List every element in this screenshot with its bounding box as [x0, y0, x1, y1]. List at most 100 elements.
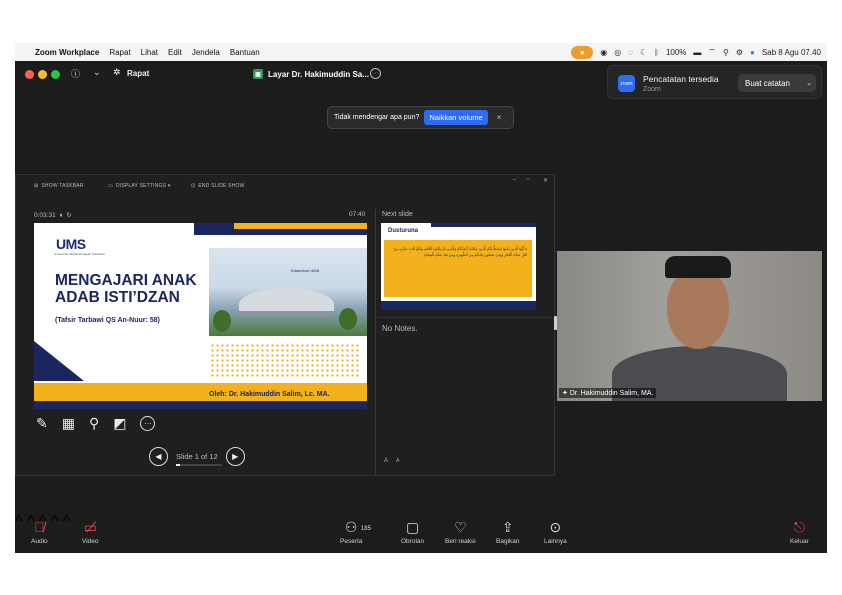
raise-volume-button[interactable]: Naikkan volume — [424, 110, 488, 125]
audio-notice: Tidak mendengar apa pun? Naikkan volume … — [327, 106, 514, 129]
slide-navigation: ◀ Slide 1 of 12 ▶ — [149, 447, 245, 466]
battery-percent: 100% — [665, 47, 687, 57]
more-label: Lainnya — [544, 538, 567, 545]
react-button[interactable]: ♡ Beri reaksi — [445, 519, 476, 545]
moon-icon[interactable]: ☾ — [640, 48, 647, 57]
pen-icon[interactable]: ✎ — [36, 415, 48, 432]
participant-count: 185 — [360, 526, 371, 532]
audio-button[interactable]: 🎙̸ Audio — [31, 519, 48, 545]
chevron-down-icon[interactable]: ⌄ — [93, 67, 101, 78]
speaker-face — [667, 269, 729, 349]
notes-available-toast: zoom Pencatatan tersedia Zoom Buat catat… — [607, 65, 822, 99]
current-time: 07:40 — [349, 211, 366, 218]
slide-bottom-navy-band — [34, 401, 367, 409]
menu-edit[interactable]: Edit — [168, 48, 182, 57]
chevron-down-icon[interactable]: ⌄ — [806, 79, 812, 87]
more-options-icon[interactable]: ··· — [370, 68, 381, 79]
taskbar-icon: ⊞ — [34, 183, 39, 189]
display-icon: ▭ — [108, 183, 113, 189]
display-settings-button[interactable]: ▭ DISPLAY SETTINGS ▾ — [108, 183, 171, 189]
menu-lihat[interactable]: Lihat — [141, 48, 158, 57]
slideshow-timer: 0:03:31 ⏸ ↻ — [34, 212, 72, 219]
battery-icon[interactable]: ▬ — [693, 48, 701, 57]
control-center-icon[interactable]: ⚙ — [736, 48, 743, 57]
current-slide[interactable]: UMS Universitas Muhammadiyah Surakarta M… — [34, 223, 367, 409]
heart-icon: ♡ — [454, 519, 467, 535]
siri-icon[interactable]: ● — [750, 48, 755, 57]
notes-divider — [377, 317, 555, 318]
participant-video-tile[interactable]: ✦ Dr. Hakimuddin Salim, MA. — [557, 251, 822, 401]
minimize-icon[interactable]: – — [513, 177, 517, 183]
video-button[interactable]: ▭̸ Video — [82, 519, 99, 545]
menu-rapat[interactable]: Rapat — [109, 48, 130, 57]
toggle-black-screen-icon[interactable]: ◩ — [113, 415, 126, 432]
video-off-icon: ▭̸ — [83, 519, 97, 535]
decorative-dot-grid — [210, 343, 360, 379]
chat-button[interactable]: ▢ Obrolan — [401, 519, 424, 545]
leave-button[interactable]: ⎋ Keluar — [790, 519, 809, 545]
share-button[interactable]: ⇪ Bagikan — [496, 519, 520, 545]
end-slideshow-button[interactable]: ⊡ END SLIDE SHOW — [191, 183, 245, 189]
audio-notice-text: Tidak mendengar apa pun? — [334, 114, 420, 121]
status-icon-1[interactable]: ◉ — [600, 48, 607, 57]
next-slide-button[interactable]: ▶ — [225, 447, 245, 466]
close-icon[interactable]: ✕ — [543, 177, 548, 184]
font-size-controls: A A — [384, 458, 399, 464]
microphone-in-use-icon[interactable]: ● — [571, 45, 594, 59]
wifi-icon[interactable]: ⌔ — [708, 47, 716, 57]
minimize-window-button[interactable] — [38, 70, 47, 79]
status-icon-2[interactable]: ◎ — [614, 48, 621, 57]
see-all-slides-icon[interactable]: ▦ — [62, 415, 75, 432]
info-icon[interactable]: ⓘ — [71, 67, 80, 80]
end-slideshow-label: END SLIDE SHOW — [198, 183, 245, 189]
shared-screen-label: Layar Dr. Hakimuddin Sa... — [268, 69, 369, 79]
share-caret[interactable]: ^ — [63, 513, 71, 530]
toast-subtitle: Zoom — [643, 86, 661, 93]
search-icon[interactable]: ⚲ — [723, 48, 729, 57]
next-slide-label: Next slide — [382, 211, 413, 218]
zoom-logo-icon: zoom — [618, 75, 635, 92]
zoom-magnifier-icon[interactable]: ⚲ — [89, 415, 99, 432]
presenter-view-window: ⊞ SHOW TASKBAR ▭ DISPLAY SETTINGS ▾ ⊡ EN… — [15, 174, 555, 476]
menu-jendela[interactable]: Jendela — [192, 48, 220, 57]
menu-app-name[interactable]: Zoom Workplace — [35, 48, 99, 57]
pane-divider[interactable] — [375, 209, 376, 475]
slide-counter-text: Slide 1 of 12 — [176, 452, 218, 461]
edutorium-photo: Edutorium UMS — [209, 248, 367, 336]
ums-logo: UMS — [56, 236, 86, 252]
previous-slide-button[interactable]: ◀ — [149, 447, 168, 466]
more-button[interactable]: ⊙ Lainnya — [544, 519, 567, 545]
chat-caret[interactable]: ^ — [51, 513, 59, 530]
show-taskbar-button[interactable]: ⊞ SHOW TASKBAR — [34, 183, 84, 189]
audio-label: Audio — [31, 538, 48, 545]
more-options-icon[interactable]: ··· — [140, 416, 156, 431]
participants-button[interactable]: ⚇ 185 Peserta — [340, 519, 371, 545]
muted-microphone-icon: 🎙̸ — [34, 519, 45, 535]
share-label: Bagikan — [496, 538, 520, 545]
presenter-toolbar: ⊞ SHOW TASKBAR ▭ DISPLAY SETTINGS ▾ ⊡ EN… — [16, 175, 556, 197]
bluetooth-icon[interactable]: ᛒ — [654, 48, 659, 57]
tree-shape — [213, 310, 231, 332]
fullscreen-window-button[interactable] — [51, 70, 60, 79]
audio-options-caret[interactable]: ^ — [15, 513, 23, 530]
speaker-notes[interactable]: No Notes. — [382, 324, 418, 333]
create-notes-button[interactable]: Buat catatan ⌄ — [738, 74, 816, 92]
status-icon-3[interactable]: ◌ — [628, 48, 633, 57]
screen: Zoom Workplace Rapat Lihat Edit Jendela … — [15, 43, 827, 553]
meeting-controls-bar: 🎙̸ Audio ^ ▭̸ Video ^ ⚇ 185 Peserta ^ ▢ O… — [15, 513, 827, 553]
increase-font-button[interactable]: A — [384, 458, 388, 464]
more-options-icon: ⊙ — [549, 519, 562, 535]
meeting-label[interactable]: Rapat — [127, 69, 149, 78]
close-window-button[interactable] — [25, 70, 34, 79]
reset-timer-icon[interactable]: ↻ — [66, 212, 71, 219]
meeting-people-icon: ✲ — [113, 67, 121, 77]
shared-screen-tab[interactable]: ▣ Layar Dr. Hakimuddin Sa... — [253, 66, 369, 82]
menu-bantuan[interactable]: Bantuan — [230, 48, 260, 57]
decrease-font-button[interactable]: A — [396, 458, 399, 464]
restore-icon[interactable]: ▫ — [527, 177, 529, 183]
react-label: Beri reaksi — [445, 538, 476, 545]
pause-icon[interactable]: ⏸ — [59, 212, 62, 219]
close-icon[interactable]: × — [497, 113, 502, 122]
menubar-clock[interactable]: Sab 8 Agu 07.40 — [762, 48, 821, 57]
next-slide-thumbnail[interactable]: Dusturuna يَا أَيُّهَا الَّذِينَ آمَنُوا… — [381, 223, 536, 310]
